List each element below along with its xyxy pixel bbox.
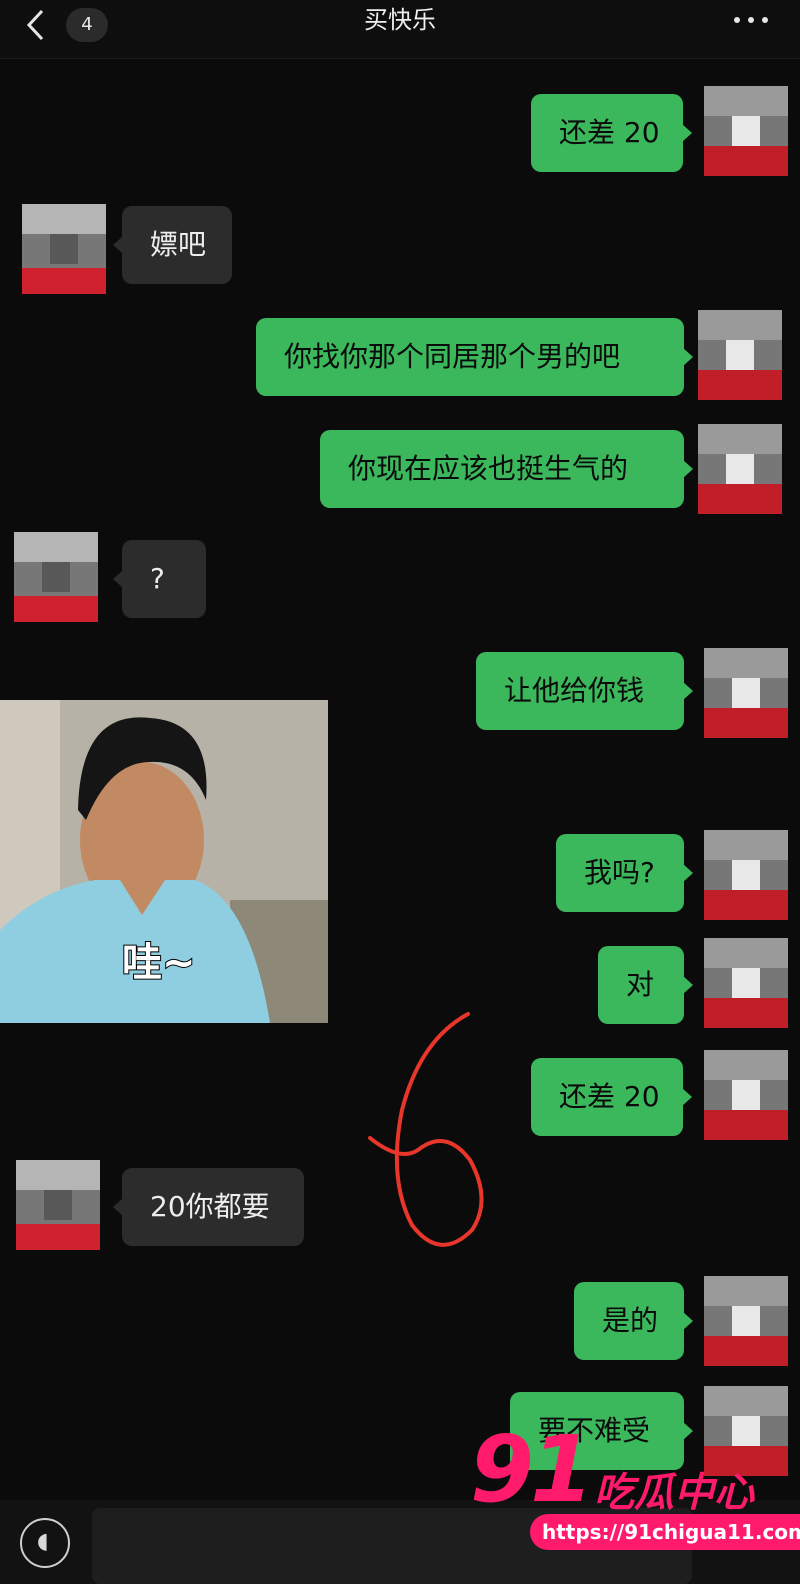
watermark-url: https://91chigua11.com bbox=[530, 1514, 800, 1550]
contact-avatar[interactable] bbox=[14, 532, 98, 622]
my-avatar[interactable] bbox=[698, 310, 782, 400]
handwritten-six-annotation bbox=[368, 1012, 484, 1247]
voice-input-button[interactable]: ◖ bbox=[20, 1518, 70, 1568]
my-avatar[interactable] bbox=[704, 648, 788, 738]
message-bubble-outgoing[interactable]: 你现在应该也挺生气的 bbox=[320, 430, 693, 508]
message-bubble-outgoing[interactable]: 还差 20 bbox=[531, 94, 692, 172]
my-avatar[interactable] bbox=[704, 1050, 788, 1140]
message-bubble-incoming[interactable]: 20你都要 bbox=[113, 1168, 304, 1246]
my-avatar[interactable] bbox=[704, 830, 788, 920]
contact-avatar[interactable] bbox=[22, 204, 106, 294]
sticker-caption: 哇~ bbox=[121, 939, 197, 987]
message-bubble-outgoing[interactable]: 你找你那个同居那个男的吧 bbox=[256, 318, 693, 396]
message-bubble-outgoing[interactable]: 我吗? bbox=[556, 834, 693, 912]
chat-title: 买快乐 bbox=[364, 6, 436, 34]
contact-avatar[interactable] bbox=[16, 1160, 100, 1250]
message-bubble-outgoing[interactable]: 是的 bbox=[574, 1282, 693, 1360]
chat-header: 4 买快乐 bbox=[0, 0, 800, 59]
message-bubble-outgoing[interactable]: 让他给你钱 bbox=[476, 652, 693, 730]
voice-icon: ◖ bbox=[37, 1529, 49, 1554]
message-bubble-incoming[interactable]: 嫖吧 bbox=[113, 206, 232, 284]
watermark-site-name: 吃瓜中心 bbox=[594, 1470, 754, 1516]
my-avatar[interactable] bbox=[704, 86, 788, 176]
site-watermark: 91 吃瓜中心 https://91chigua11.com bbox=[470, 1420, 800, 1560]
chevron-left-icon bbox=[26, 9, 44, 41]
message-bubble-outgoing[interactable]: 对 bbox=[598, 946, 693, 1024]
more-options-icon[interactable] bbox=[732, 6, 772, 34]
watermark-logo-number: 91 bbox=[470, 1416, 594, 1523]
unread-count-badge: 4 bbox=[66, 8, 108, 42]
sticker-image[interactable]: 哇~ bbox=[0, 700, 328, 1023]
back-button[interactable]: 4 bbox=[26, 6, 108, 46]
message-bubble-incoming[interactable]: ? bbox=[113, 540, 206, 618]
message-bubble-outgoing[interactable]: 还差 20 bbox=[531, 1058, 692, 1136]
my-avatar[interactable] bbox=[704, 938, 788, 1028]
my-avatar[interactable] bbox=[704, 1276, 788, 1366]
my-avatar[interactable] bbox=[698, 424, 782, 514]
